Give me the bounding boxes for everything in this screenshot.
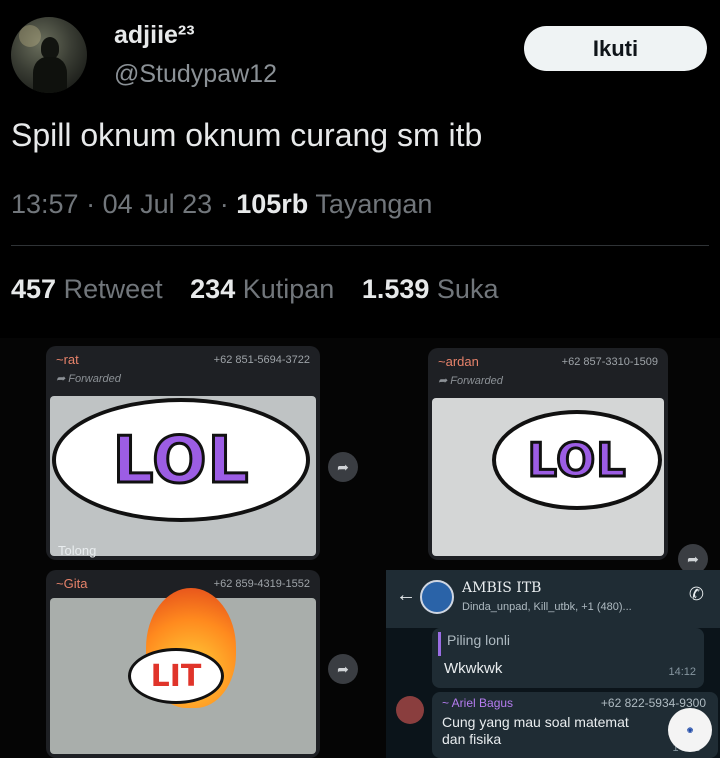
chat-card-gita: ~Gita +62 859-4319-1552 LIT — [46, 570, 320, 758]
card-phone: +62 851-5694-3722 — [213, 354, 310, 366]
likes-label: Suka — [436, 274, 499, 304]
lol-sticker: LOL — [52, 406, 310, 516]
message-text: Cung yang mau soal matemat dan fisika — [442, 714, 674, 748]
group-name: AMBIS ITB — [462, 580, 542, 596]
forward-arrow-icon: ➦ — [438, 375, 451, 387]
message-line: Cung yang mau soal matemat — [442, 714, 629, 730]
watermark-logo: ◉ — [668, 708, 712, 752]
retweets-stat[interactable]: 457 Retweet — [11, 274, 170, 304]
whatsapp-screenshot: ← AMBIS ITB Dinda_unpad, Kill_utbk, +1 (… — [386, 570, 720, 758]
quotes-stat[interactable]: 234 Kutipan — [190, 274, 342, 304]
quotes-label: Kutipan — [242, 274, 335, 304]
share-arrow-icon[interactable]: ➦ — [328, 452, 358, 482]
meta-separator: · — [219, 189, 229, 219]
tweet-text: Spill oknum oknum curang sm itb — [11, 117, 483, 153]
arrow-left-icon[interactable]: ← — [396, 584, 416, 607]
tweet-time[interactable]: 13:57 — [11, 189, 79, 219]
call-add-icon[interactable]: ✆ — [689, 584, 704, 605]
avatar-glow — [19, 25, 41, 47]
retweets-label: Retweet — [63, 274, 163, 304]
message-text: Wkwkwk — [444, 660, 503, 677]
group-members: Dinda_unpad, Kill_utbk, +1 (480)... — [462, 601, 632, 613]
chat-header: ← AMBIS ITB Dinda_unpad, Kill_utbk, +1 (… — [386, 570, 720, 628]
forwarded-label: Forwarded — [68, 373, 121, 385]
avatar-figure-head — [41, 37, 59, 59]
avatar-figure-body — [33, 57, 67, 93]
sender-avatar — [396, 696, 424, 724]
card-forwarded: ➦ Forwarded — [56, 372, 121, 385]
avatar[interactable] — [11, 17, 87, 93]
share-arrow-icon[interactable]: ➦ — [328, 654, 358, 684]
divider — [11, 245, 709, 246]
lol-sticker: LOL — [492, 412, 662, 508]
tweet-header: adjiie²³ @Studypaw12 Ikuti — [0, 0, 720, 100]
follow-button[interactable]: Ikuti — [524, 26, 707, 71]
card-sender: ~rat — [56, 352, 79, 367]
sticker-text: LIT — [150, 658, 202, 694]
views-count: 105rb — [236, 189, 309, 219]
card-sender: ~ardan — [438, 354, 479, 369]
chat-message: Piling lonli Wkwkwk 14:12 — [432, 628, 704, 688]
tweet-media[interactable]: ~rat +62 851-5694-3722 ➦ Forwarded LOL T… — [0, 338, 720, 758]
card-caption: Tolong — [58, 543, 97, 558]
group-logo — [420, 580, 454, 614]
message-time: 14:12 — [668, 666, 696, 678]
card-phone: +62 859-4319-1552 — [213, 578, 310, 590]
tweet-meta: 13:57 · 04 Jul 23 · 105rb Tayangan — [11, 189, 432, 220]
card-phone: +62 857-3310-1509 — [561, 356, 658, 368]
chat-card-rat: ~rat +62 851-5694-3722 ➦ Forwarded LOL T… — [46, 346, 320, 560]
message-sender: ~ Ariel Bagus — [442, 696, 514, 710]
chat-card-ardan: ~ardan +62 857-3310-1509 ➦ Forwarded LOL — [428, 348, 668, 560]
sticker-text: LOL — [526, 432, 627, 489]
user-handle[interactable]: @Studypaw12 — [114, 60, 277, 89]
quoted-reply: Piling lonli — [438, 632, 698, 656]
meta-separator: · — [86, 189, 96, 219]
card-sender: ~Gita — [56, 576, 88, 591]
likes-count: 1.539 — [361, 274, 430, 304]
quotes-count: 234 — [190, 274, 236, 304]
forwarded-label: Forwarded — [450, 375, 503, 387]
likes-stat[interactable]: 1.539 Suka — [362, 274, 499, 304]
forward-arrow-icon: ➦ — [56, 373, 69, 385]
lit-bubble: LIT — [128, 648, 224, 704]
tweet-date[interactable]: 04 Jul 23 — [103, 189, 213, 219]
retweets-count: 457 — [11, 274, 57, 304]
card-forwarded: ➦ Forwarded — [438, 374, 503, 387]
sticker-text: LOL — [111, 423, 250, 500]
engagement-stats: 457 Retweet 234 Kutipan 1.539 Suka — [11, 274, 518, 305]
display-name[interactable]: adjiie²³ — [114, 21, 195, 50]
message-line: dan fisika — [442, 731, 502, 747]
views-label: Tayangan — [315, 189, 433, 219]
